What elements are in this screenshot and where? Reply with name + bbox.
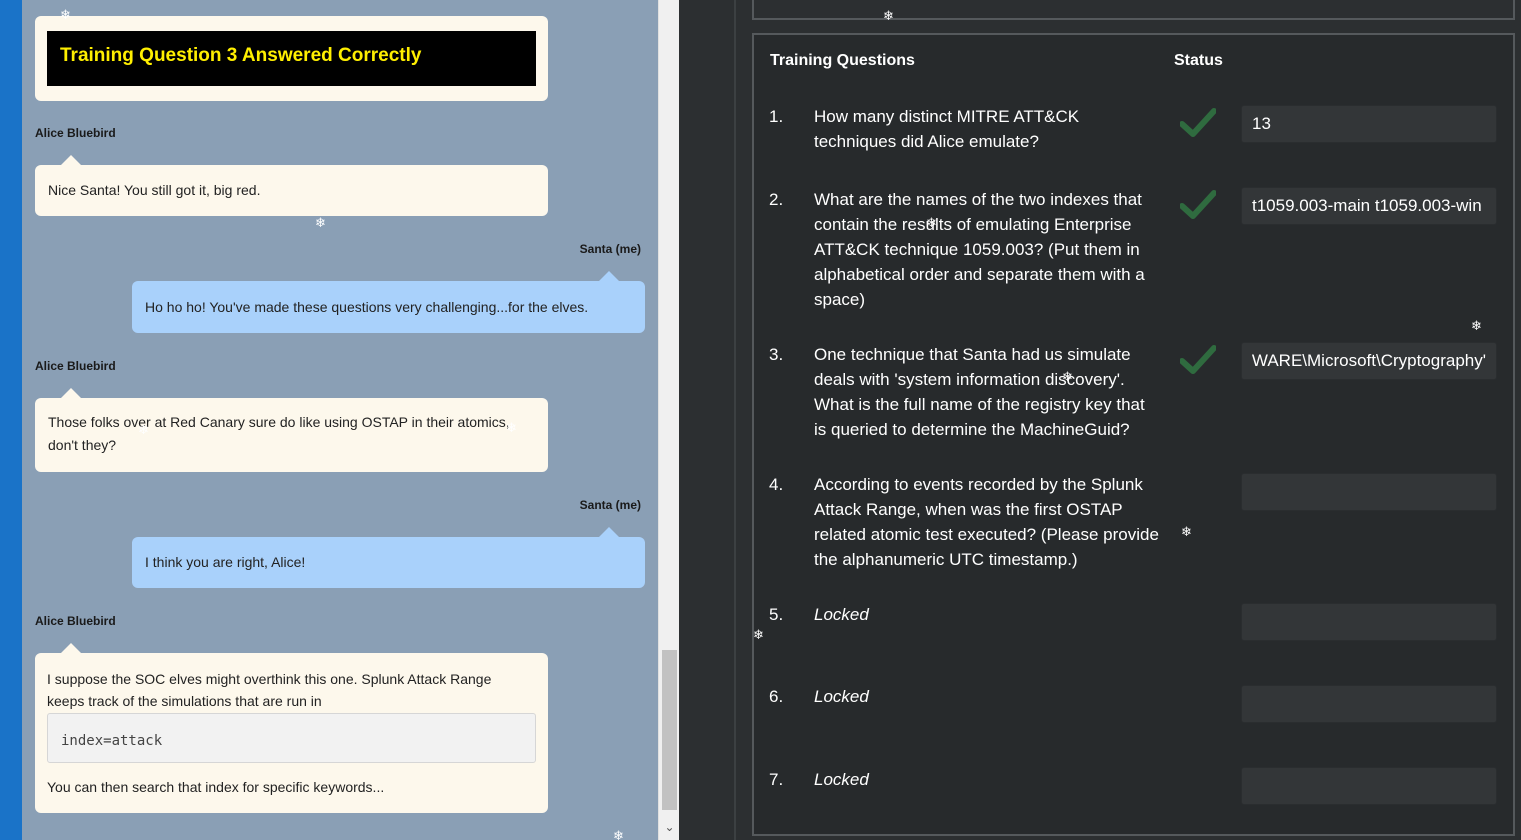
chat-pane: Training Question 3 Answered Correctly A… [22,0,658,840]
question-text: According to events recorded by the Splu… [814,475,1159,569]
snowflake-icon: ❄ [1471,319,1482,334]
question-text-locked: Locked [814,770,869,789]
scrollbar-thumb[interactable] [662,650,677,810]
question-number: 5. [769,605,784,624]
scroll-down-arrow-icon[interactable]: ⌄ [661,820,678,834]
message-text: I suppose the SOC elves might overthink … [47,671,492,687]
message-text: Those folks over at Red Canary sure do l… [48,414,510,430]
question-number: 2. [769,190,784,209]
check-icon [1180,108,1216,137]
panel-divider [734,0,736,840]
answer-input-3[interactable]: 'WARE\Microsoft\Cryptography [1241,342,1497,380]
sender-name: Santa (me) [579,242,641,256]
answer-input-2[interactable]: t1059.003-main t1059.003-win [1241,187,1497,225]
snowflake-icon: ❄ [926,216,937,231]
snowflake-icon: ❄ [60,8,71,23]
question-text: How many distinct MITRE ATT&CK technique… [814,107,1080,151]
sender-name: Santa (me) [579,498,641,512]
top-box [752,0,1515,20]
question-text-locked: Locked [814,605,869,624]
status-header: Status [1174,52,1223,69]
snowflake-icon: ❄ [753,628,764,643]
left-edge-strip [0,0,22,840]
sender-name: Alice Bluebird [35,614,116,628]
question-number: 4. [769,475,784,494]
sender-name: Alice Bluebird [35,359,116,373]
message-text: Ho ho ho! You've made these questions ve… [145,299,589,315]
answer-input-7[interactable] [1241,767,1497,805]
chat-message: I suppose the SOC elves might overthink … [35,643,548,813]
sender-name: Alice Bluebird [35,126,116,140]
question-text-locked: Locked [814,687,869,706]
check-icon [1180,190,1216,219]
message-text: don't they? [48,437,117,453]
check-icon [1180,345,1216,374]
snowflake-icon: ❄ [506,421,517,436]
question-number: 6. [769,687,784,706]
question-text: What are the names of the two indexes th… [814,190,1145,309]
snowflake-icon: ❄ [1062,370,1073,385]
question-number: 3. [769,345,784,364]
question-text: One technique that Santa had us simulate… [814,345,1145,439]
message-text: keeps track of the simulations that are … [47,693,322,709]
message-text: Nice Santa! You still got it, big red. [48,182,261,198]
question-number: 7. [769,770,784,789]
snowflake-icon: ❄ [138,423,149,438]
snowflake-icon: ❄ [613,829,624,840]
code-block: index=attack [47,713,536,763]
answer-input-5[interactable] [1241,603,1497,641]
chat-message: Ho ho ho! You've made these questions ve… [132,271,645,333]
training-questions-header: Training Questions [770,52,915,69]
chat-message: I think you are right, Alice! [132,527,645,588]
success-banner: Training Question 3 Answered Correctly [47,31,536,86]
answer-input-4[interactable] [1241,473,1497,511]
success-message-bubble: Training Question 3 Answered Correctly [35,16,548,101]
chat-scrollbar[interactable]: ⌄ [658,0,679,840]
snowflake-icon: ❄ [883,9,894,24]
answer-input-6[interactable] [1241,685,1497,723]
message-text: You can then search that index for speci… [47,779,385,795]
snowflake-icon: ❄ [315,216,326,231]
snowflake-icon: ❄ [1181,525,1192,540]
answer-input-1[interactable]: 13 [1241,105,1497,143]
question-number: 1. [769,107,784,126]
message-text: I think you are right, Alice! [145,554,306,570]
chat-message: Those folks over at Red Canary sure do l… [35,388,548,472]
chat-message: Nice Santa! You still got it, big red. [35,155,548,216]
